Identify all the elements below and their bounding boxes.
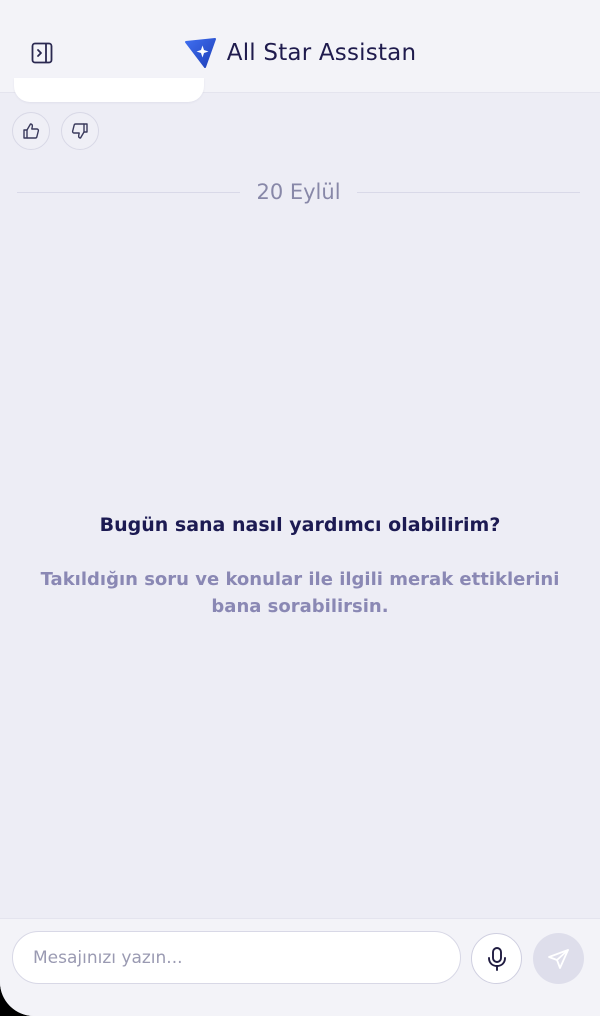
divider-right bbox=[356, 191, 581, 193]
date-separator: 20 Eylül bbox=[17, 180, 581, 204]
star-badge-icon bbox=[184, 38, 216, 68]
microphone-icon bbox=[487, 946, 506, 971]
like-button[interactable] bbox=[12, 112, 50, 150]
welcome-title: Bugün sana nasıl yardımcı olabilirim? bbox=[99, 514, 501, 536]
chat-screen: All Star Assistan 20 Eylül Bugün sana na… bbox=[0, 0, 600, 1016]
dislike-button[interactable] bbox=[61, 112, 99, 150]
welcome-message: Bugün sana nasıl yardımcı olabilirim? Ta… bbox=[30, 514, 570, 620]
brand: All Star Assistan bbox=[0, 36, 600, 69]
send-button[interactable] bbox=[533, 933, 584, 984]
date-label: 20 Eylül bbox=[256, 180, 341, 204]
microphone-button[interactable] bbox=[471, 933, 522, 984]
message-input[interactable] bbox=[12, 931, 461, 984]
thumbs-up-icon bbox=[23, 123, 40, 139]
divider-left bbox=[17, 191, 241, 193]
message-composer bbox=[0, 918, 600, 1016]
message-feedback bbox=[12, 112, 99, 150]
send-icon bbox=[547, 948, 569, 969]
previous-message-bubble bbox=[14, 78, 204, 102]
thumbs-down-icon bbox=[71, 123, 88, 139]
app-title: All Star Assistan bbox=[226, 39, 417, 66]
welcome-subtitle: Takıldığın soru ve konular ile ilgili me… bbox=[40, 569, 560, 617]
